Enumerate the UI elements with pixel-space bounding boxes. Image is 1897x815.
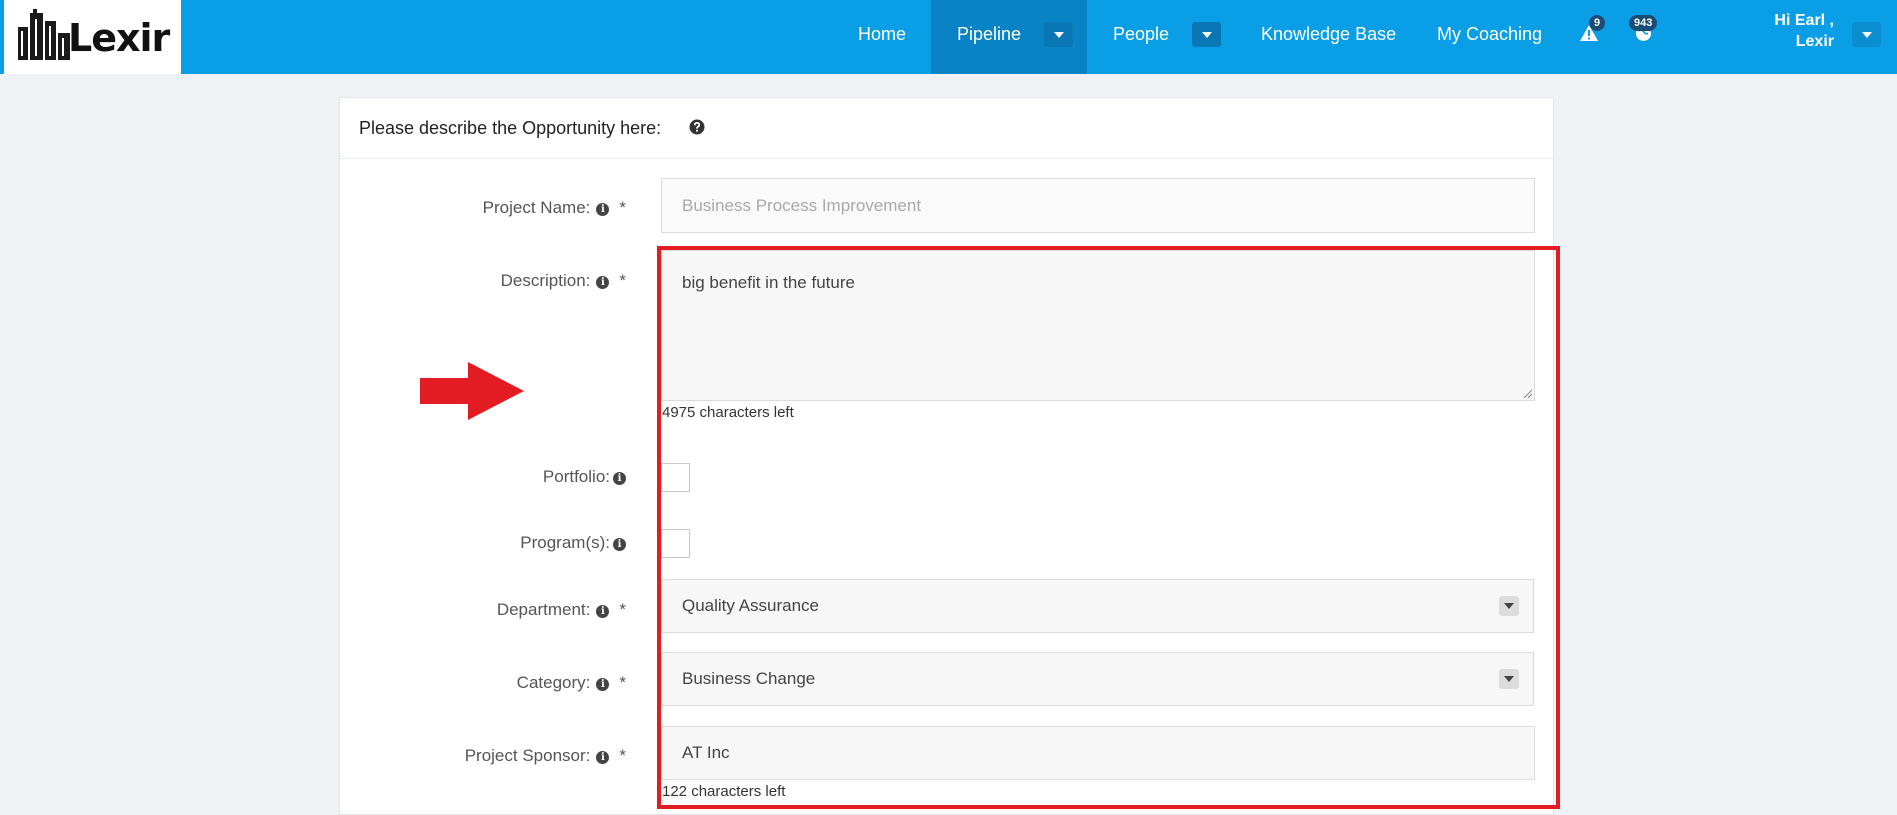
question-circle-icon[interactable] — [689, 119, 705, 135]
form-title: Please describe the Opportunity here: — [359, 118, 662, 138]
user-dropdown-toggle[interactable] — [1852, 22, 1881, 47]
programs-label-text: Program(s): — [520, 533, 610, 552]
buildings-logo-icon — [18, 9, 70, 60]
info-circle-icon[interactable]: i — [596, 751, 610, 764]
nav-my-coaching[interactable]: My Coaching — [1411, 0, 1568, 74]
user-greeting: Hi Earl , — [1774, 12, 1834, 29]
nav-knowledge-base[interactable]: Knowledge Base — [1235, 0, 1422, 74]
nav-pipeline-label: Pipeline — [957, 24, 1022, 44]
user-org: Lexir — [1795, 33, 1834, 50]
people-dropdown-toggle[interactable] — [1192, 22, 1221, 47]
annotation-arrow-icon — [420, 362, 524, 420]
info-circle-icon[interactable]: i — [613, 472, 626, 485]
project-name-label-text: Project Name: — [482, 198, 591, 217]
required-marker: * — [619, 746, 626, 765]
info-circle-icon[interactable]: i — [596, 203, 610, 216]
pipeline-dropdown-toggle[interactable] — [1044, 22, 1073, 47]
required-marker: * — [619, 673, 626, 692]
required-marker: * — [619, 600, 626, 619]
project-sponsor-label: Project Sponsor: i * — [440, 746, 626, 766]
programs-label: Program(s): i — [440, 533, 626, 553]
info-circle-icon[interactable]: i — [596, 276, 610, 289]
required-marker: * — [619, 198, 626, 217]
department-label-text: Department: — [496, 600, 591, 619]
project-name-input[interactable]: Business Process Improvement — [661, 178, 1535, 233]
project-name-label: Project Name: i * — [440, 198, 626, 218]
nav-home[interactable]: Home — [832, 0, 932, 74]
info-circle-icon[interactable]: i — [613, 538, 626, 551]
alerts-count-badge: 9 — [1589, 15, 1606, 31]
description-label: Description: i * — [440, 271, 626, 291]
nav-people[interactable]: People — [1087, 0, 1195, 74]
description-label-text: Description: — [500, 271, 591, 290]
annotation-highlight-box — [657, 246, 1560, 809]
portfolio-label-text: Portfolio: — [542, 467, 610, 486]
card-header: Please describe the Opportunity here: — [340, 98, 1553, 159]
category-label-text: Category: — [516, 673, 591, 692]
required-marker: * — [619, 271, 626, 290]
brand-logo[interactable]: Lexir — [4, 0, 181, 74]
info-circle-icon[interactable]: i — [596, 678, 610, 691]
user-menu[interactable]: Hi Earl , Lexir — [1774, 10, 1834, 52]
brand-name: Lexir — [68, 16, 170, 60]
notifications-count-badge: 943 — [1629, 15, 1658, 31]
top-navbar: Lexir Home Pipeline People Knowledge Bas… — [0, 0, 1897, 74]
department-label: Department: i * — [440, 600, 626, 620]
info-circle-icon[interactable]: i — [596, 605, 610, 618]
category-label: Category: i * — [440, 673, 626, 693]
portfolio-label: Portfolio: i — [440, 467, 626, 487]
project-sponsor-label-text: Project Sponsor: — [464, 746, 591, 765]
